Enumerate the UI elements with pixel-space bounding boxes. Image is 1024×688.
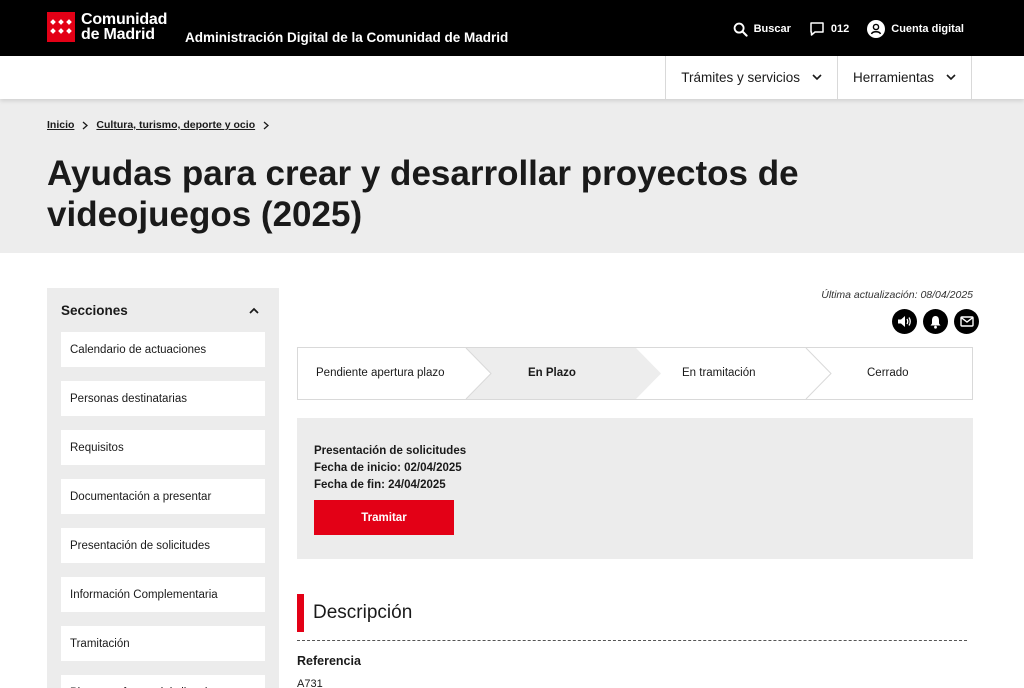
sidebar-item-destinatarias[interactable]: Personas destinatarias <box>61 381 265 416</box>
chat-icon <box>810 22 824 36</box>
search-icon <box>733 22 748 37</box>
search-label: Buscar <box>753 23 791 35</box>
reference-value: A731 <box>297 678 323 688</box>
email-button[interactable] <box>954 309 979 334</box>
chevron-down-icon <box>812 74 822 81</box>
bell-icon <box>930 315 941 329</box>
sidebar-item-informacion[interactable]: Información Complementaria <box>61 577 265 612</box>
chevron-up-icon <box>249 307 259 314</box>
phone-button[interactable]: 012 <box>809 21 849 37</box>
speaker-icon <box>898 316 911 327</box>
chevron-right-icon <box>263 121 270 130</box>
step-pendiente: Pendiente apertura plazo <box>316 367 445 379</box>
application-start-date: Fecha de inicio: 02/04/2025 <box>314 462 462 474</box>
description-title: Descripción <box>313 602 413 623</box>
sidebar-title: Secciones <box>61 302 128 318</box>
hero: Inicio Cultura, turismo, deporte y ocio … <box>0 99 1024 253</box>
application-title: Presentación de solicitudes <box>314 445 467 457</box>
sidebar-list: Calendario de actuaciones Personas desti… <box>47 332 279 688</box>
sidebar-item-tramitacion[interactable]: Tramitación <box>61 626 265 661</box>
account-button[interactable]: Cuenta digital <box>867 20 964 38</box>
logo-line1: Comunidad <box>81 11 168 28</box>
sidebar-item-plazos[interactable]: Plazos y efectos del silencio <box>61 675 265 688</box>
madrid-flag-icon <box>47 12 75 42</box>
heading-accent-bar <box>297 594 304 632</box>
nav-item-tramites[interactable]: Trámites y servicios <box>665 56 837 99</box>
sidebar-item-calendario[interactable]: Calendario de actuaciones <box>61 332 265 367</box>
logo[interactable]: Comunidad de Madrid <box>47 11 168 43</box>
sidebar-header[interactable]: Secciones <box>47 288 279 332</box>
account-label: Cuenta digital <box>891 23 964 35</box>
chevron-right-icon <box>82 121 89 130</box>
status-steps: Pendiente apertura plazo En Plazo En tra… <box>297 347 973 400</box>
sidebar-item-documentacion[interactable]: Documentación a presentar <box>61 479 265 514</box>
breadcrumb-inicio[interactable]: Inicio <box>47 119 74 131</box>
nav-item-label: Trámites y servicios <box>681 70 800 85</box>
last-updated: Última actualización: 08/04/2025 <box>821 289 973 301</box>
sidebar-item-requisitos[interactable]: Requisitos <box>61 430 265 465</box>
logo-line2: de Madrid <box>81 26 155 43</box>
application-end-date: Fecha de fin: 24/04/2025 <box>314 479 446 491</box>
portal-title[interactable]: Administración Digital de la Comunidad d… <box>185 30 508 45</box>
step-en-plazo: En Plazo <box>528 367 576 379</box>
nav-item-herramientas[interactable]: Herramientas <box>836 56 972 99</box>
page-tools <box>892 309 979 334</box>
sidebar-item-presentacion[interactable]: Presentación de solicitudes <box>61 528 265 563</box>
chevron-down-icon <box>946 74 956 81</box>
step-en-tramitacion: En tramitación <box>682 367 756 379</box>
top-bar: Comunidad de Madrid Administración Digit… <box>0 0 1024 56</box>
step-cerrado: Cerrado <box>867 367 909 379</box>
breadcrumb: Inicio Cultura, turismo, deporte y ocio <box>47 119 277 131</box>
page-title: Ayudas para crear y desarrollar proyecto… <box>47 154 799 234</box>
reference-label: Referencia <box>297 654 361 668</box>
breadcrumb-cultura[interactable]: Cultura, turismo, deporte y ocio <box>96 119 255 131</box>
application-panel: Presentación de solicitudes Fecha de ini… <box>297 418 973 559</box>
tramitar-button[interactable]: Tramitar <box>314 500 454 535</box>
notifications-button[interactable] <box>923 309 948 334</box>
sections-sidebar: Secciones Calendario de actuaciones Pers… <box>47 288 279 688</box>
phone-label: 012 <box>830 23 850 35</box>
search-button[interactable]: Buscar <box>733 22 791 37</box>
main-nav: Trámites y servicios Herramientas <box>0 56 1024 99</box>
mail-icon <box>959 316 974 327</box>
nav-item-label: Herramientas <box>852 70 934 85</box>
user-icon <box>867 20 886 38</box>
description-heading: Descripción <box>297 594 412 632</box>
description-divider <box>297 640 967 641</box>
speaker-button[interactable] <box>892 309 917 334</box>
logo-text: Comunidad de Madrid <box>81 11 168 43</box>
top-actions: Buscar 012 Cuenta digital <box>715 20 964 38</box>
